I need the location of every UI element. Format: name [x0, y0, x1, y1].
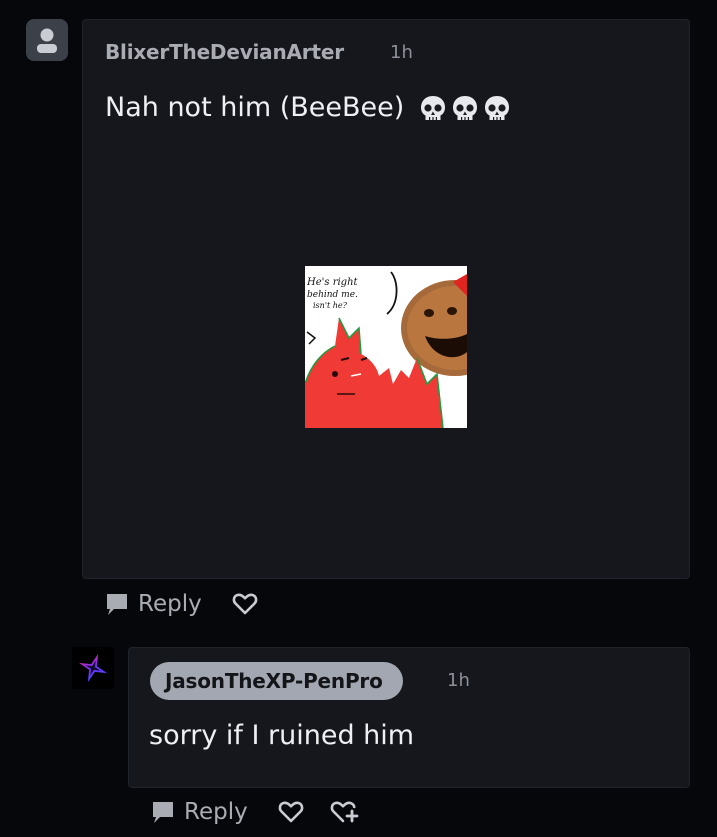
- reply-timestamp: 1h: [447, 670, 470, 691]
- emoji-group: [419, 93, 515, 125]
- like-button[interactable]: [278, 800, 304, 824]
- reply-actions: Reply: [150, 796, 360, 828]
- comic-drawing: He's right behind me. isn't he?: [305, 266, 467, 428]
- comment-actions: Reply: [104, 588, 258, 620]
- star-avatar-icon: [78, 653, 108, 683]
- skull-icon: [484, 96, 509, 121]
- comment-author[interactable]: BlixerTheDevianArter: [105, 40, 344, 64]
- reply-author[interactable]: JasonTheXP-PenPro: [150, 662, 403, 700]
- heart-icon: [232, 593, 258, 615]
- reply-label: Reply: [138, 591, 202, 617]
- reply-card: JasonTheXP-PenPro 1h sorry if I ruined h…: [128, 647, 690, 788]
- comment-image[interactable]: He's right behind me. isn't he?: [305, 266, 467, 428]
- give-badge-button[interactable]: [330, 799, 360, 825]
- reply-text: sorry if I ruined him: [149, 720, 415, 751]
- speech-bubble-icon: [107, 594, 127, 615]
- reply-button[interactable]: Reply: [104, 591, 202, 617]
- svg-text:He's right: He's right: [306, 277, 359, 288]
- heart-plus-icon: [330, 801, 359, 823]
- avatar[interactable]: [26, 19, 68, 61]
- comment-card: BlixerTheDevianArter 1h Nah not him (Bee…: [82, 19, 690, 579]
- reply-button[interactable]: Reply: [150, 799, 248, 825]
- user-icon: [37, 28, 57, 53]
- like-button[interactable]: [232, 592, 258, 616]
- svg-text:behind me.: behind me.: [307, 290, 358, 300]
- svg-text:isn't he?: isn't he?: [313, 301, 348, 310]
- reply-label: Reply: [184, 799, 248, 825]
- comment-timestamp: 1h: [390, 42, 413, 63]
- avatar[interactable]: [72, 647, 114, 689]
- comment-body: Nah not him (BeeBee): [105, 92, 405, 123]
- skull-icon: [452, 96, 477, 121]
- comment-text: Nah not him (BeeBee): [105, 92, 515, 124]
- skull-icon: [420, 96, 445, 121]
- heart-icon: [278, 801, 304, 823]
- speech-bubble-icon: [153, 802, 173, 823]
